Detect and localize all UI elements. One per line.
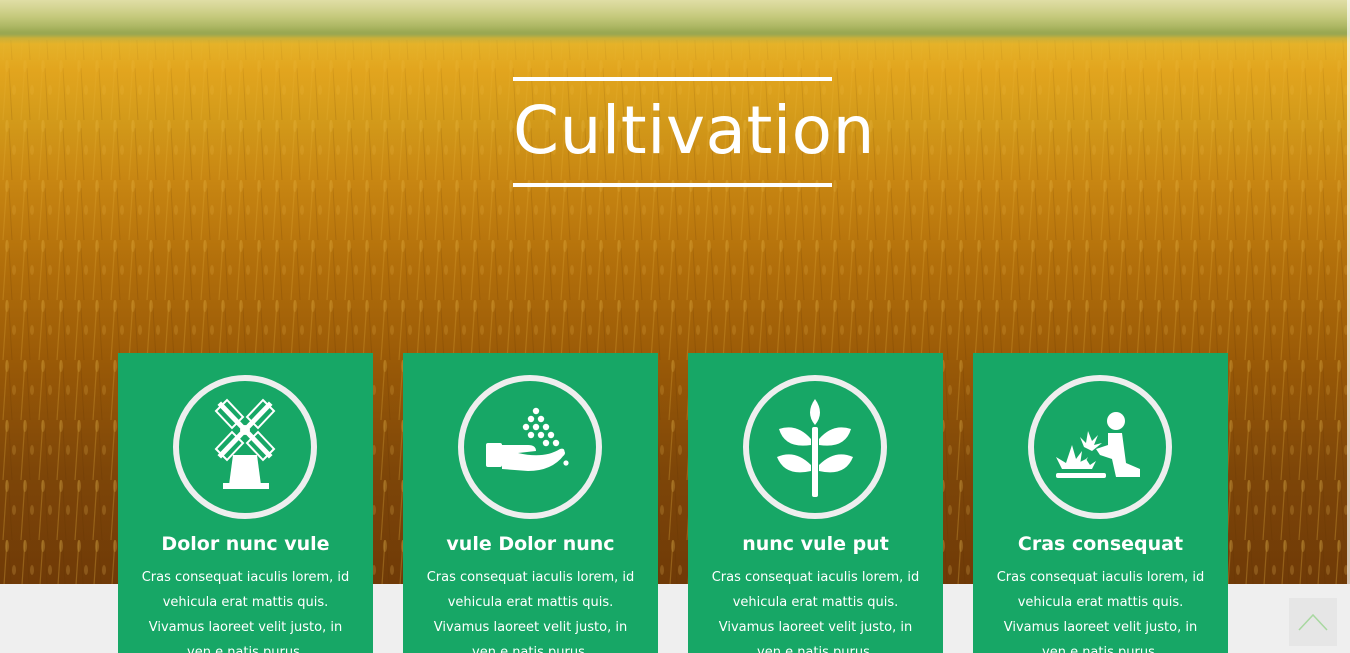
feature-card: nunc vule put Cras consequat iaculis lor…	[688, 353, 943, 653]
chevron-up-icon	[1298, 613, 1328, 631]
feature-card-text: Cras consequat iaculis lorem, id vehicul…	[141, 570, 350, 653]
feature-card-title: Dolor nunc vule	[161, 533, 330, 555]
feature-card-text: Cras consequat iaculis lorem, id vehicul…	[711, 570, 920, 653]
sprout-icon	[743, 375, 887, 519]
feature-card: Dolor nunc vule Cras consequat iaculis l…	[118, 353, 373, 653]
feature-card: Cras consequat Cras consequat iaculis lo…	[973, 353, 1228, 653]
feature-card-title: Cras consequat	[1017, 533, 1184, 555]
gardener-icon	[1028, 375, 1172, 519]
feature-card-text: Cras consequat iaculis lorem, id vehicul…	[996, 570, 1205, 653]
feature-card-title: vule Dolor nunc	[446, 533, 615, 555]
feature-card-title: nunc vule put	[742, 533, 889, 555]
feature-card-text: Cras consequat iaculis lorem, id vehicul…	[426, 570, 635, 653]
feature-card: vule Dolor nunc Cras consequat iaculis l…	[403, 353, 658, 653]
scroll-to-top-button[interactable]	[1289, 598, 1337, 646]
page: Cultivation Dolor nunc vule Cras consequ…	[0, 0, 1350, 653]
feature-cards: Dolor nunc vule Cras consequat iaculis l…	[0, 0, 1350, 653]
windmill-icon	[173, 375, 317, 519]
seed-hand-icon	[458, 375, 602, 519]
